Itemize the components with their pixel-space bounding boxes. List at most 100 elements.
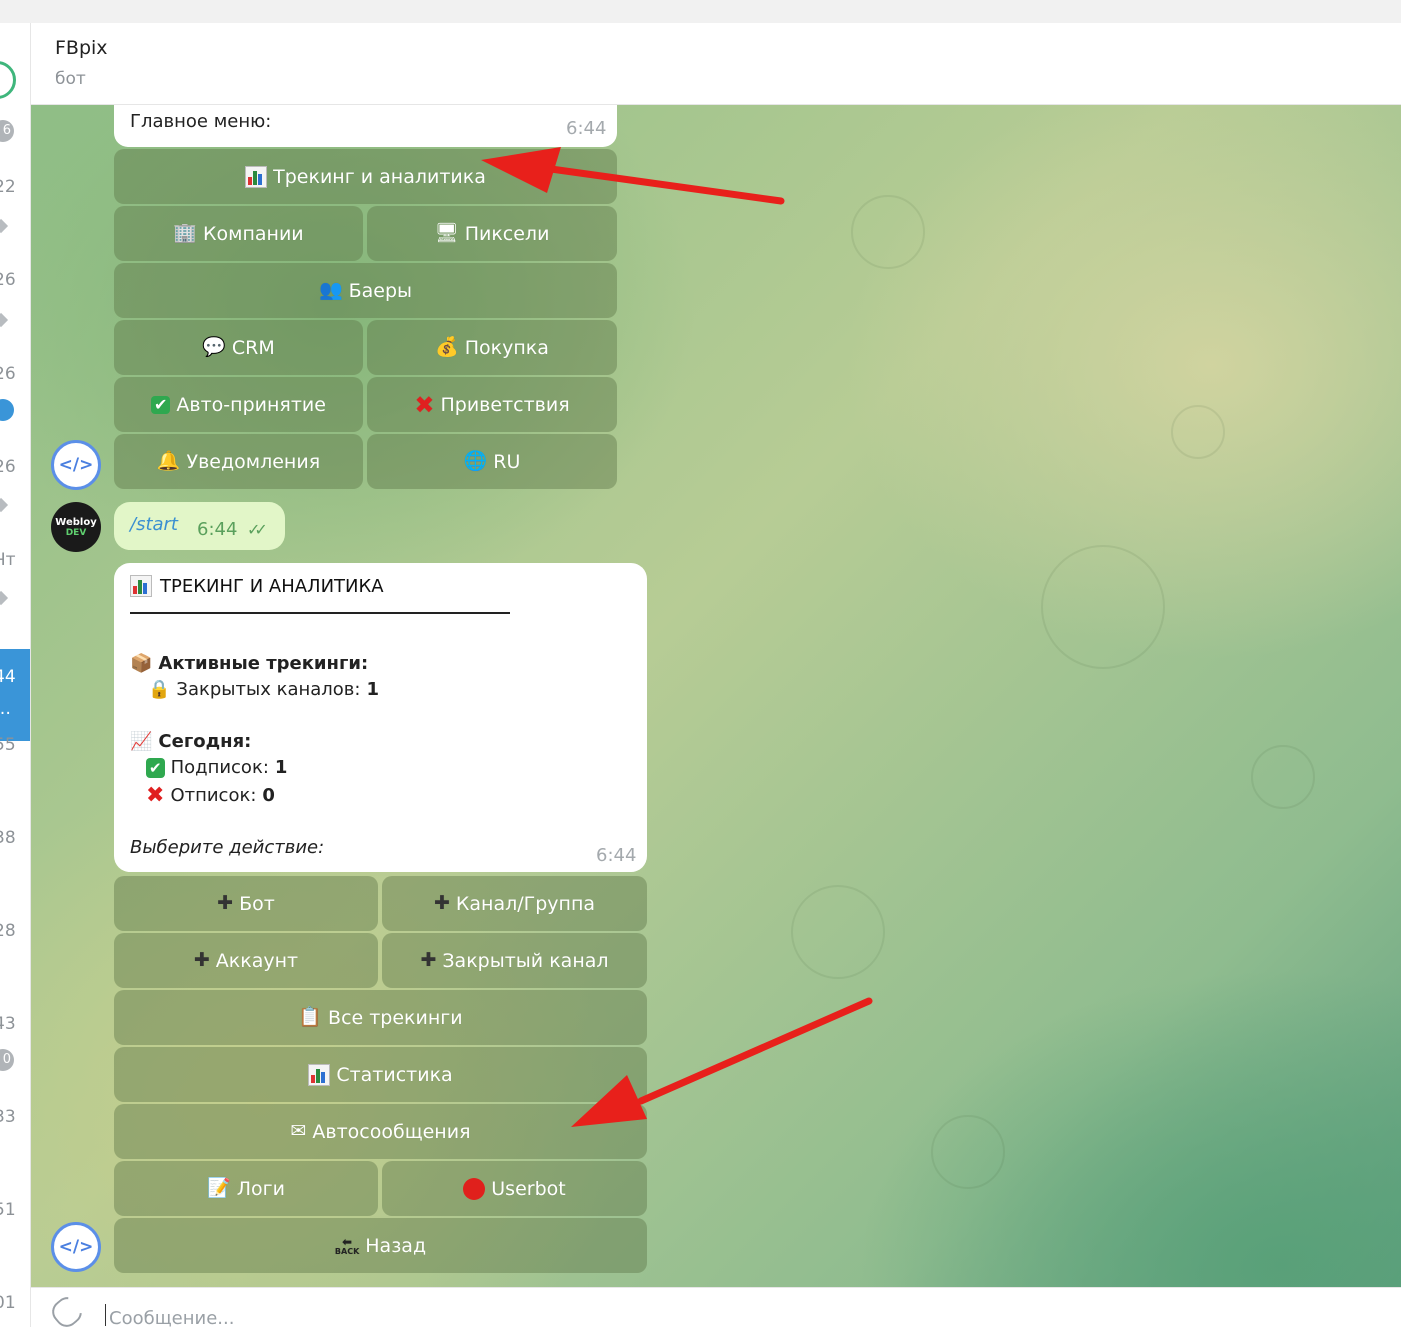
plus-icon: ✚ [420, 949, 437, 971]
user-avatar[interactable]: Webloy DEV [51, 502, 101, 552]
button-back[interactable]: ⬅ BACK Назад [114, 1218, 647, 1273]
button-notifications[interactable]: 🔔 Уведомления [114, 434, 363, 489]
button-label: Канал/Группа [455, 892, 596, 915]
command-link[interactable]: /start [130, 514, 178, 535]
button-label: Закрытый канал [442, 949, 609, 972]
wallpaper-doodle [1041, 545, 1165, 669]
button-add-channel-group[interactable]: ✚ Канал/Группа [382, 876, 647, 931]
button-label: Покупка [464, 336, 549, 359]
attach-icon[interactable] [47, 1292, 87, 1332]
check-mark-icon: ✔ [146, 757, 165, 778]
button-label: Аккаунт [215, 949, 299, 972]
chat-time: 38 [0, 828, 16, 848]
button-add-account[interactable]: ✚ Аккаунт [114, 933, 378, 988]
button-label: Трекинг и аналитика [273, 165, 486, 188]
wallpaper-doodle [791, 885, 885, 979]
chat-time: 22 [0, 177, 16, 197]
money-bag-icon: 💰 [435, 336, 459, 358]
globe-icon: 🌐 [463, 450, 488, 472]
button-buyers[interactable]: 👥 Баеры [114, 263, 617, 318]
unsubscriptions-row: ✖ Отписок: 0 [146, 783, 275, 808]
prompt-text: Выберите действие: [130, 837, 325, 858]
closed-channels-row: 🔒 Закрытых каналов: 1 [148, 679, 379, 700]
message-input[interactable]: Сообщение... [109, 1308, 234, 1329]
speech-bubble-icon: 💬 [202, 336, 226, 358]
unread-badge-blue [0, 399, 14, 421]
button-auto-accept[interactable]: ✔ Авто-принятие [114, 377, 363, 432]
avatar-name: Webloy [55, 516, 97, 528]
stat-value: 0 [262, 785, 275, 806]
lock-icon: 🔒 [148, 679, 171, 700]
chat-time: 51 [0, 1200, 16, 1220]
chat-preview-ellipsis: … [0, 699, 11, 719]
tracking-title: ТРЕКИНГ И АНАЛИТИКА [160, 575, 384, 597]
double-check-icon: ✓✓ [247, 520, 268, 539]
button-label: Авто-принятие [176, 393, 326, 416]
button-label: Приветствия [440, 393, 570, 416]
chat-header[interactable]: FBpix бот [31, 23, 1401, 105]
stat-value: 1 [274, 757, 288, 778]
button-purchase[interactable]: 💰 Покупка [367, 320, 617, 375]
chart-icon [308, 1063, 331, 1086]
pin-icon [0, 497, 9, 513]
cross-mark-icon: ✖ [414, 390, 435, 419]
tracking-title-row: ТРЕКИНГ И АНАЛИТИКА [130, 575, 384, 597]
active-chat-item[interactable]: 44 … [0, 649, 30, 741]
cross-mark-icon: ✖ [146, 783, 165, 808]
plus-icon: ✚ [217, 892, 234, 914]
chat-time: 26 [0, 270, 16, 290]
button-label: Назад [365, 1234, 427, 1257]
button-add-closed-channel[interactable]: ✚ Закрытый канал [382, 933, 647, 988]
button-tracking-analytics[interactable]: Трекинг и аналитика [114, 149, 617, 204]
button-add-bot[interactable]: ✚ Бот [114, 876, 378, 931]
bot-avatar[interactable]: </> [51, 440, 101, 490]
message-time: 6:44 [197, 519, 238, 540]
button-logs[interactable]: 📝 Логи [114, 1161, 378, 1216]
plus-icon: ✚ [193, 949, 210, 971]
chat-time: 43 [0, 1014, 16, 1034]
chat-time: 26 [0, 364, 16, 384]
pin-icon [0, 590, 9, 606]
unread-badge: 6 [0, 120, 14, 142]
button-all-trackings[interactable]: 📋 Все трекинги [114, 990, 647, 1045]
chat-time: 01 [0, 1293, 16, 1313]
button-label: Компании [203, 222, 304, 245]
today-row: 📈 Сегодня: [130, 731, 251, 752]
message-input-bar: Сообщение... [31, 1287, 1401, 1332]
button-label: Статистика [336, 1063, 453, 1086]
wallpaper-doodle [851, 195, 925, 269]
button-userbot[interactable]: Userbot [382, 1161, 647, 1216]
button-greetings[interactable]: ✖ Приветствия [367, 377, 617, 432]
unread-badge: 0 [0, 1049, 14, 1071]
button-auto-messages[interactable]: ✉ Автосообщения [114, 1104, 647, 1159]
code-icon: </> [58, 1237, 94, 1257]
button-language-ru[interactable]: 🌐 RU [367, 434, 617, 489]
button-label: Пиксели [464, 222, 550, 245]
button-crm[interactable]: 💬 CRM [114, 320, 363, 375]
wallpaper-doodle [1171, 405, 1225, 459]
message-time: 6:44 [566, 118, 607, 139]
button-label: Баеры [348, 279, 413, 302]
back-arrow-icon: ⬅ BACK [334, 1234, 360, 1256]
button-companies[interactable]: 🏢 Компании [114, 206, 363, 261]
button-label: Уведомления [186, 450, 321, 473]
section-label: Активные трекинги: [158, 653, 369, 674]
chart-icon [245, 165, 268, 188]
bot-avatar[interactable]: </> [51, 1222, 101, 1272]
bell-icon: 🔔 [156, 450, 181, 472]
chat-area: Главное меню: 6:44 Трекинг и аналитика 🏢… [31, 105, 1401, 1287]
office-building-icon: 🏢 [173, 222, 198, 244]
wallpaper-doodle [931, 1115, 1005, 1189]
button-pixels[interactable]: 🖥 Пиксели [367, 206, 617, 261]
window-top-bar [0, 0, 1401, 24]
chat-list-strip: 6 22 26 26 26 Чт 44 … 55 38 28 43 0 33 5… [0, 23, 31, 1327]
envelope-icon: ✉ [290, 1120, 307, 1142]
stat-label: Закрытых каналов: [176, 679, 361, 700]
button-label: Автосообщения [312, 1120, 471, 1143]
chat-avatar-partial[interactable] [0, 61, 16, 99]
code-icon: </> [58, 455, 94, 475]
stat-label: Подписок: [170, 757, 269, 778]
title-underline [130, 612, 510, 614]
chart-increasing-icon: 📈 [130, 731, 153, 752]
button-statistics[interactable]: Статистика [114, 1047, 647, 1102]
